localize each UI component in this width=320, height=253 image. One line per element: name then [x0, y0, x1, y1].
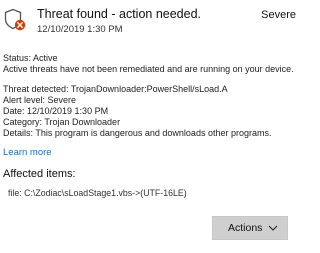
alert-header: Threat found - action needed. Severe 12/… [0, 0, 300, 40]
status-description: Active threats have not been remediated … [3, 64, 294, 74]
learn-more-link[interactable]: Learn more [3, 147, 52, 158]
chevron-down-icon [268, 223, 278, 233]
threat-category: Category: Trojan Downloader [3, 117, 121, 127]
alert-level: Alert level: Severe [3, 95, 77, 105]
detection-date: Date: 12/10/2019 1:30 PM [3, 106, 109, 116]
actions-button-label: Actions [228, 222, 263, 234]
shield-alert-icon [4, 8, 26, 32]
threat-details: Details: This program is dangerous and d… [3, 128, 272, 138]
affected-file-path: file: C:\Zodiac\sLoadStage1.vbs->(UTF-16… [8, 188, 187, 198]
severity-label: Severe [261, 9, 296, 21]
status-line: Status: Active [3, 53, 58, 63]
threat-detected: Threat detected: TrojanDownloader:PowerS… [3, 84, 228, 94]
affected-items-heading: Affected items: [3, 168, 76, 180]
alert-title: Threat found - action needed. [37, 7, 202, 21]
actions-button[interactable]: Actions [212, 216, 288, 240]
alert-timestamp: 12/10/2019 1:30 PM [37, 24, 123, 35]
